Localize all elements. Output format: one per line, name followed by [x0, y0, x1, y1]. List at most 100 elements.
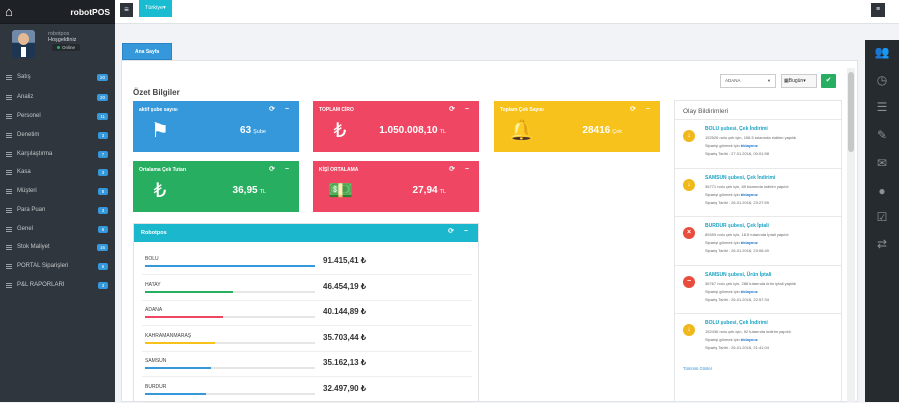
- event-link[interactable]: tıklayınız: [741, 192, 758, 197]
- event-item: ↓ BOLU şubesi, Çek İndirimi 152436 nolu çe…: [675, 313, 841, 361]
- branch-name: HATAY: [145, 281, 161, 288]
- stat-value: 1.050.008,10 TL: [379, 125, 446, 136]
- event-desc: 36767 nolu çek için, 288 tutarında ürün …: [705, 280, 797, 286]
- sidebar-item-label: Kasa: [17, 169, 31, 175]
- list-icon[interactable]: ☰: [874, 100, 890, 114]
- stat-box: TOPLAM CİRO ⟳ − ₺ 1.050.008,10 TL: [313, 101, 479, 152]
- sidebar: ⌂ robotPOS robotpos Hoşgeldiniz Online S…: [0, 0, 115, 402]
- count-badge: 3: [98, 206, 108, 214]
- panel-controls[interactable]: ⟳ −: [449, 105, 473, 113]
- event-link-line: Siparişi görmek için tıklayınız: [705, 289, 758, 294]
- show-all-link[interactable]: Tümünü Göster: [683, 366, 712, 371]
- menu-icon: [6, 188, 12, 194]
- event-link[interactable]: tıklayınız: [741, 289, 758, 294]
- sidebar-item-4[interactable]: Karşılaştırma 7: [0, 145, 115, 163]
- scroll-thumb[interactable]: [848, 72, 854, 152]
- progress-bar: [145, 265, 315, 267]
- event-link[interactable]: tıklayınız: [741, 240, 758, 245]
- comment-icon[interactable]: ●: [874, 184, 890, 198]
- event-title: SAMSUN şubesi, Çek İndirimi: [705, 174, 776, 181]
- tab-bar: Ana Sayfa: [115, 38, 865, 60]
- panel-controls[interactable]: ⟳ −: [448, 227, 472, 235]
- stat-title: KİŞİ ORTALAMA: [319, 167, 359, 173]
- tab-ana-sayfa[interactable]: Ana Sayfa: [122, 43, 173, 60]
- edit-icon[interactable]: ✎: [874, 128, 890, 142]
- event-title: BOLU şubesi, Çek İndirimi: [705, 320, 768, 326]
- sidebar-item-11[interactable]: P&L RAPORLARI 3: [0, 276, 115, 294]
- sidebar-item-9[interactable]: Stok Maliyet 16: [0, 238, 115, 256]
- panel-controls[interactable]: ⟳ −: [630, 105, 654, 113]
- event-desc: 89459 nolu çek için, 18.5 tutarında İpta…: [705, 232, 789, 237]
- menu-icon: [6, 244, 12, 250]
- menu-icon: [6, 113, 12, 119]
- count-badge: 16: [96, 243, 108, 251]
- stat-box: Toplam Çek Sayısı ⟳ − 🔔 28416 Çek: [494, 101, 660, 152]
- panel-controls[interactable]: ⟳ −: [449, 165, 473, 173]
- check-square-icon[interactable]: ☑: [874, 210, 890, 224]
- money-icon: 💵: [328, 180, 353, 202]
- sidebar-item-8[interactable]: Genel 6: [0, 220, 115, 238]
- flag-icon: ⚑: [151, 120, 169, 142]
- branch-select[interactable]: ADANA ▼: [720, 74, 776, 88]
- logo-bar: ⌂ robotPOS: [0, 0, 115, 24]
- sidebar-item-2[interactable]: Personel 11: [0, 107, 115, 125]
- event-date: Sipariş Tarihi : 26.01.2016, 23:06:40: [705, 248, 769, 253]
- event-link-prefix: Siparişi görmek için: [705, 191, 741, 197]
- stat-value: 63 Şube: [240, 125, 266, 136]
- scrollbar[interactable]: [847, 68, 855, 402]
- stat-title: Toplam Çek Sayısı: [500, 107, 544, 113]
- count-badge: 3: [98, 131, 108, 139]
- sidebar-item-10[interactable]: PORTAL Siparişleri 6: [0, 257, 115, 275]
- envelope-icon[interactable]: ✉: [874, 156, 890, 170]
- sidebar-item-7[interactable]: Para Puan 3: [0, 201, 115, 219]
- apply-button[interactable]: ✔: [821, 74, 836, 88]
- event-link[interactable]: tıklayınız: [741, 143, 758, 148]
- sidebar-item-3[interactable]: Denetim 3: [0, 126, 115, 144]
- stat-number: 36,95: [232, 185, 258, 196]
- home-icon[interactable]: ⌂: [5, 5, 19, 18]
- event-link-line: Siparişi görmek için tıklayınız: [705, 143, 758, 148]
- event-link[interactable]: tıklayınız: [741, 337, 758, 342]
- count-badge: 20: [96, 93, 108, 101]
- menu-toggle-button[interactable]: ≡: [120, 3, 133, 17]
- event-link-line: Siparişi görmek için tıklayınız: [705, 192, 758, 197]
- language-dropdown[interactable]: Türkiye▾: [139, 0, 172, 17]
- panel-controls[interactable]: ⟳ −: [269, 105, 293, 113]
- event-title: SAMSUN şubesi, Ürün İptali: [705, 271, 772, 278]
- sidebar-item-5[interactable]: Kasa 3: [0, 163, 115, 181]
- lira-icon: ₺: [333, 120, 347, 142]
- clock-icon[interactable]: ◷: [874, 73, 890, 87]
- sidebar-item-label: Müşteri: [17, 188, 37, 194]
- event-item: − SAMSUN şubesi, Ürün İptali 36767 nolu çe…: [675, 264, 841, 313]
- sidebar-item-label: Personel: [17, 113, 41, 119]
- menu-icon: [6, 132, 12, 138]
- progress-bar: [145, 367, 315, 370]
- exchange-icon[interactable]: ⇄: [874, 237, 890, 251]
- sidebar-item-label: P&L RAPORLARI: [17, 282, 65, 288]
- progress-fill: [145, 265, 315, 267]
- event-link-prefix: Siparişi görmek için: [705, 143, 741, 148]
- count-badge: 8: [98, 187, 108, 195]
- stat-unit: TL: [439, 189, 446, 195]
- branch-select-value: ADANA: [725, 78, 741, 83]
- table-row: KAHRAMANMARAŞ 35.703,44 ₺: [142, 327, 472, 352]
- brand-logo[interactable]: robotPOS: [70, 7, 110, 17]
- event-desc: 152436 nolu çek için, 92 tutarında indir…: [705, 329, 791, 334]
- menu-icon: [6, 169, 12, 175]
- sidebar-item-0[interactable]: Satış 20: [0, 68, 115, 86]
- warning-arrow-icon: ↓: [683, 324, 695, 336]
- sidebar-item-6[interactable]: Müşteri 8: [0, 182, 115, 200]
- branch-name: BURDUR: [145, 384, 167, 390]
- users-icon[interactable]: 👥: [874, 45, 890, 59]
- right-panel-toggle-button[interactable]: ≡: [871, 3, 885, 17]
- progress-fill: [145, 341, 215, 344]
- event-date: Sipariş Tarihi : 27.01.2016, 00:01:58: [705, 151, 769, 156]
- panel-controls[interactable]: ⟳ −: [269, 165, 293, 173]
- sidebar-item-1[interactable]: Analiz 20: [0, 88, 115, 106]
- avatar[interactable]: [12, 30, 35, 58]
- menu-icon: [6, 282, 12, 288]
- count-badge: 6: [98, 225, 108, 233]
- date-dropdown[interactable]: ▦Bugün▾: [781, 74, 817, 88]
- caret-down-icon: ▼: [767, 78, 771, 83]
- table-row: ADANA 40.144,89 ₺: [142, 301, 472, 327]
